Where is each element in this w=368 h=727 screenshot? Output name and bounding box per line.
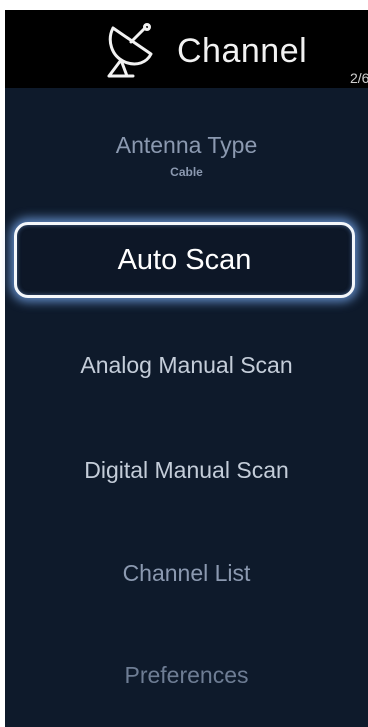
header-bar: Channel 2/6 bbox=[5, 10, 368, 88]
menu-item-label: Antenna Type bbox=[115, 132, 258, 158]
antenna-type-value: Cable bbox=[170, 165, 203, 179]
page-indicator: 2/6 bbox=[350, 70, 368, 86]
channel-menu: Antenna Type Cable Auto Scan Analog Manu… bbox=[5, 88, 368, 727]
menu-item-label: Analog Manual Scan bbox=[80, 352, 293, 378]
menu-item-auto-scan[interactable]: Auto Scan bbox=[14, 222, 355, 298]
menu-item-preferences[interactable]: Preferences bbox=[5, 662, 368, 689]
menu-item-label: Auto Scan bbox=[117, 244, 252, 276]
menu-item-channel-list[interactable]: Channel List bbox=[5, 560, 368, 587]
tv-screen: Channel 2/6 Antenna Type Cable Auto Scan… bbox=[0, 0, 368, 727]
menu-item-analog-manual-scan[interactable]: Analog Manual Scan bbox=[5, 352, 368, 379]
satellite-dish-icon bbox=[107, 23, 153, 78]
page-title: Channel bbox=[177, 32, 308, 70]
menu-item-label: Preferences bbox=[124, 662, 249, 688]
menu-item-label: Digital Manual Scan bbox=[84, 457, 289, 483]
menu-item-antenna-type[interactable]: Antenna Type Cable bbox=[5, 132, 368, 179]
menu-item-digital-manual-scan[interactable]: Digital Manual Scan bbox=[5, 457, 368, 484]
menu-item-label: Channel List bbox=[122, 560, 251, 586]
